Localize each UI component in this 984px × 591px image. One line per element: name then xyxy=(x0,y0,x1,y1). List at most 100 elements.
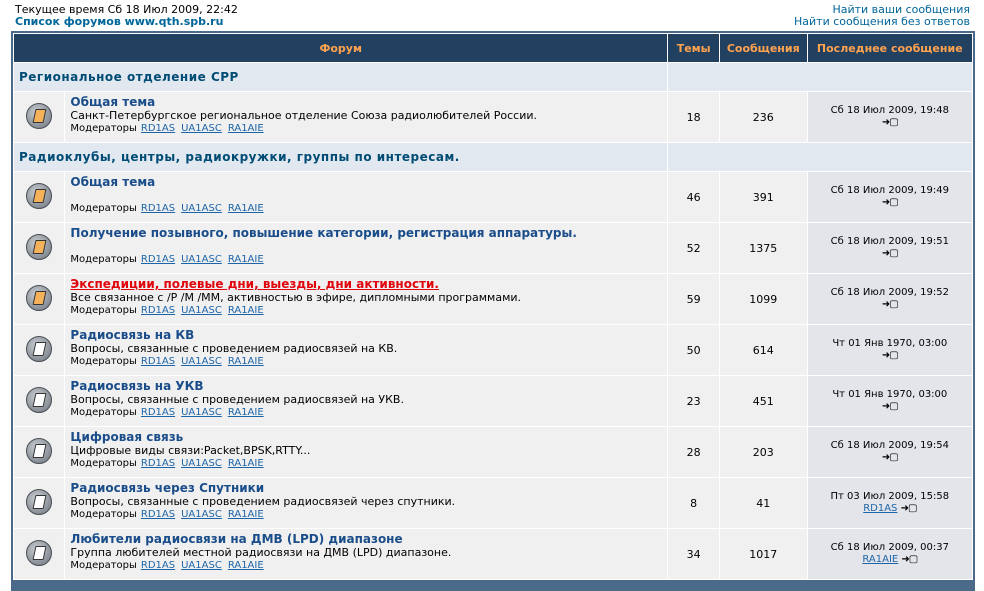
forum-icon-cell xyxy=(14,529,65,579)
last-post-date: Сб 18 Июл 2009, 19:48 xyxy=(830,105,949,116)
moderators-label: Модераторы xyxy=(70,305,137,316)
moderator-link[interactable]: UA1ASC xyxy=(181,305,222,316)
forum-read-icon xyxy=(26,437,53,464)
category-row: Радиоклубы, центры, радиокружки, группы … xyxy=(14,143,972,171)
moderators-line: Модераторы RD1AS UA1ASC RA1AIE xyxy=(70,122,663,135)
last-post-date: Сб 18 Июл 2009, 00:37 xyxy=(830,542,949,553)
forum-info: Радиосвязь на УКВ Вопросы, связанные с пр… xyxy=(65,376,668,426)
forum-row: Общая тема Модераторы RD1AS UA1ASC RA1AIE 46 3… xyxy=(14,172,972,222)
forum-info: Получение позывного, повышение категории… xyxy=(65,223,668,273)
moderator-link[interactable]: RD1AS xyxy=(141,458,175,469)
forum-body: Региональное отделение СРР Общая тема Санк… xyxy=(14,63,972,579)
forum-title-link[interactable]: Общая тема xyxy=(70,176,663,189)
forum-description: Все связанное с /P /M /MM, активностью в… xyxy=(70,291,522,304)
forum-table: Форум Темы Сообщения Последнее сообщение… xyxy=(13,33,973,580)
forum-title-link[interactable]: Любители радиосвязи на ДМВ (LPD) диапазо… xyxy=(70,533,663,546)
go-to-last-post-icon[interactable]: ➜▢ xyxy=(882,350,899,362)
moderator-link[interactable]: RD1AS xyxy=(141,203,175,214)
moderator-link[interactable]: RD1AS xyxy=(141,407,175,418)
moderators-line: Модераторы RD1AS UA1ASC RA1AIE xyxy=(70,457,663,470)
moderator-link[interactable]: UA1ASC xyxy=(181,203,222,214)
moderator-link[interactable]: RA1AIE xyxy=(228,509,264,520)
go-to-last-post-icon[interactable]: ➜▢ xyxy=(901,503,918,515)
posts-count: 1017 xyxy=(719,529,807,579)
go-to-last-post-icon[interactable]: ➜▢ xyxy=(882,197,899,209)
forum-index-link[interactable]: Список форумов www.qth.spb.ru xyxy=(15,15,223,28)
last-post-cell: Пт 03 Июл 2009, 15:58 RD1AS ➜▢ xyxy=(807,478,972,528)
moderator-link[interactable]: RA1AIE xyxy=(228,407,264,418)
forum-icon-cell xyxy=(14,172,65,222)
forum-read-icon xyxy=(26,386,53,413)
forum-icon-cell xyxy=(14,325,65,375)
moderator-link[interactable]: RA1AIE xyxy=(228,305,264,316)
category-title[interactable]: Региональное отделение СРР xyxy=(14,63,668,91)
posts-count: 391 xyxy=(719,172,807,222)
forum-title-link[interactable]: Цифровая связь xyxy=(70,431,663,444)
moderator-link[interactable]: UA1ASC xyxy=(181,123,222,134)
moderator-link[interactable]: RD1AS xyxy=(141,305,175,316)
moderator-link[interactable]: RA1AIE xyxy=(228,203,264,214)
forum-title-link[interactable]: Общая тема xyxy=(70,96,663,109)
moderator-link[interactable]: RA1AIE xyxy=(228,560,264,571)
moderator-link[interactable]: UA1ASC xyxy=(181,509,222,520)
forum-title-link[interactable]: Радиосвязь на УКВ xyxy=(70,380,663,393)
go-to-last-post-icon[interactable]: ➜▢ xyxy=(882,299,899,311)
moderator-link[interactable]: UA1ASC xyxy=(181,407,222,418)
column-forum: Форум xyxy=(14,34,668,62)
go-to-last-post-icon[interactable]: ➜▢ xyxy=(901,554,918,566)
forum-row: Радиосвязь на КВ Вопросы, связанные с про… xyxy=(14,325,972,375)
moderators-label: Модераторы xyxy=(70,203,137,214)
forum-icon-cell xyxy=(14,376,65,426)
go-to-last-post-icon[interactable]: ➜▢ xyxy=(882,452,899,464)
topics-count: 28 xyxy=(668,427,719,477)
moderator-link[interactable]: UA1ASC xyxy=(181,560,222,571)
last-post-date: Пт 03 Июл 2009, 15:58 xyxy=(830,491,950,502)
document-icon xyxy=(32,239,47,254)
category-title[interactable]: Радиоклубы, центры, радиокружки, группы … xyxy=(14,143,668,171)
forum-description: Вопросы, связанные с проведением радиосв… xyxy=(70,495,456,508)
go-to-last-post-icon[interactable]: ➜▢ xyxy=(882,117,899,129)
document-icon xyxy=(32,494,47,509)
forum-title-link[interactable]: Радиосвязь на КВ xyxy=(70,329,663,342)
category-fill xyxy=(668,143,972,171)
moderator-link[interactable]: RA1AIE xyxy=(228,458,264,469)
forum-title-link[interactable]: Радиосвязь через Спутники xyxy=(70,482,663,495)
moderator-link[interactable]: RA1AIE xyxy=(228,254,264,265)
forum-icon-cell xyxy=(14,427,65,477)
moderator-link[interactable]: RD1AS xyxy=(141,356,175,367)
moderator-link[interactable]: UA1ASC xyxy=(181,254,222,265)
last-post-cell: Чт 01 Янв 1970, 03:00 ➜▢ xyxy=(807,325,972,375)
forum-info: Общая тема Модераторы RD1AS UA1ASC RA1AIE xyxy=(65,172,668,222)
moderator-link[interactable]: RD1AS xyxy=(141,123,175,134)
forum-icon-cell xyxy=(14,478,65,528)
last-post-cell: Сб 18 Июл 2009, 19:49 ➜▢ xyxy=(807,172,972,222)
search-unanswered-link[interactable]: Найти сообщения без ответов xyxy=(794,15,970,28)
last-post-author-link[interactable]: RA1AIE xyxy=(862,554,898,565)
forum-new-posts-icon xyxy=(26,182,53,209)
moderators-line: Модераторы RD1AS UA1ASC RA1AIE xyxy=(70,253,663,266)
forum-read-icon xyxy=(26,488,53,515)
moderator-link[interactable]: RA1AIE xyxy=(228,356,264,367)
last-post-author-link[interactable]: RD1AS xyxy=(863,503,897,514)
last-post-line: ➜▢ xyxy=(809,117,971,129)
last-post-date: Сб 18 Июл 2009, 19:49 xyxy=(830,185,949,196)
forum-description-spacer xyxy=(70,240,663,253)
forum-title-link[interactable]: Экспедиции, полевые дни, выезды, дни акт… xyxy=(70,278,663,291)
last-post-date: Чт 01 Янв 1970, 03:00 xyxy=(832,338,948,349)
last-post-line: RD1AS ➜▢ xyxy=(809,503,971,515)
moderator-link[interactable]: UA1ASC xyxy=(181,458,222,469)
last-post-line: ➜▢ xyxy=(809,248,971,260)
go-to-last-post-icon[interactable]: ➜▢ xyxy=(882,401,899,413)
moderator-link[interactable]: RD1AS xyxy=(141,509,175,520)
document-icon xyxy=(32,392,47,407)
forum-row: Радиосвязь на УКВ Вопросы, связанные с пр… xyxy=(14,376,972,426)
category-fill xyxy=(668,63,972,91)
moderator-link[interactable]: RD1AS xyxy=(141,254,175,265)
go-to-last-post-icon[interactable]: ➜▢ xyxy=(882,248,899,260)
last-post-cell: Сб 18 Июл 2009, 19:54 ➜▢ xyxy=(807,427,972,477)
forum-title-link[interactable]: Получение позывного, повышение категории… xyxy=(70,227,663,240)
moderator-link[interactable]: RD1AS xyxy=(141,560,175,571)
moderator-link[interactable]: UA1ASC xyxy=(181,356,222,367)
last-post-date: Сб 18 Июл 2009, 19:51 xyxy=(830,236,949,247)
moderator-link[interactable]: RA1AIE xyxy=(228,123,264,134)
